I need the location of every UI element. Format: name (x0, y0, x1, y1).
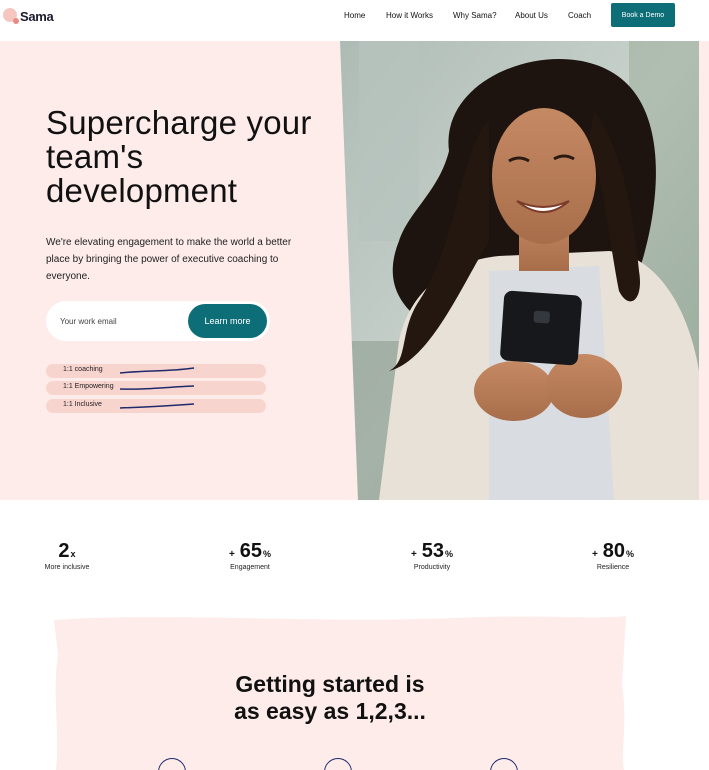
hero-photo-edge (339, 41, 358, 500)
stat-prefix: + (591, 549, 598, 560)
getting-started-title: Getting started is as easy as 1,2,3... (180, 671, 480, 725)
book-demo-button[interactable]: Book a Demo (611, 3, 675, 27)
stat-prefix: + (228, 549, 235, 560)
getting-started-title-line2: as easy as 1,2,3... (234, 698, 426, 724)
nav-link-coach[interactable]: Coach (568, 11, 591, 20)
stat-productivity: + 53 % Productivity (402, 540, 462, 571)
stat-unit: % (445, 549, 454, 559)
hero-photo (339, 41, 699, 500)
stat-resilience: + 80 % Resilience (583, 540, 643, 571)
stat-value: 2 (58, 540, 70, 562)
learn-more-button[interactable]: Learn more (188, 304, 267, 338)
stat-label: Resilience (596, 564, 630, 571)
hero-photo-illustration (339, 41, 699, 500)
stat-label: More inclusive (44, 564, 90, 571)
stat-value: 65 (239, 540, 263, 562)
stat-value: 53 (421, 540, 445, 562)
nav-link-home[interactable]: Home (344, 11, 365, 20)
feature-pill-label: 1:1 Inclusive (63, 401, 102, 408)
stat-value: 80 (602, 540, 626, 562)
stat-unit: x (70, 549, 76, 559)
feature-pill-inclusive: 1:1 Inclusive (46, 399, 266, 413)
nav-link-how-it-works[interactable]: How it Works (386, 11, 433, 20)
feature-pill-empowering: 1:1 Empowering (46, 381, 266, 395)
work-email-input[interactable] (60, 309, 180, 333)
hero-subtitle: We're elevating engagement to make the w… (46, 237, 292, 282)
stat-unit: % (626, 549, 635, 559)
nav-link-why-sama[interactable]: Why Sama? (453, 11, 497, 20)
feature-pill-label: 1:1 coaching (63, 366, 103, 373)
nav-link-about-us[interactable]: About Us (515, 11, 548, 20)
stat-label: Engagement (230, 564, 270, 571)
getting-started-title-line1: Getting started is (235, 671, 425, 697)
nav-links: Home How it Works Why Sama? About Us Coa… (0, 11, 709, 23)
stat-more-inclusive: 2 x More inclusive (40, 540, 94, 571)
squiggle-line-icon (119, 367, 195, 374)
hero-title: Supercharge your team's development (46, 104, 312, 209)
stat-unit: % (263, 549, 272, 559)
feature-pill-coaching: 1:1 coaching (46, 364, 266, 378)
stat-prefix: + (410, 549, 417, 560)
stat-label: Productivity (413, 564, 451, 571)
stat-engagement: + 65 % Engagement (220, 540, 280, 571)
email-signup-form: Learn more (46, 301, 270, 341)
squiggle-line-icon (119, 385, 195, 390)
squiggle-line-icon (119, 403, 195, 409)
top-nav: Sama Home How it Works Why Sama? About U… (0, 0, 709, 32)
